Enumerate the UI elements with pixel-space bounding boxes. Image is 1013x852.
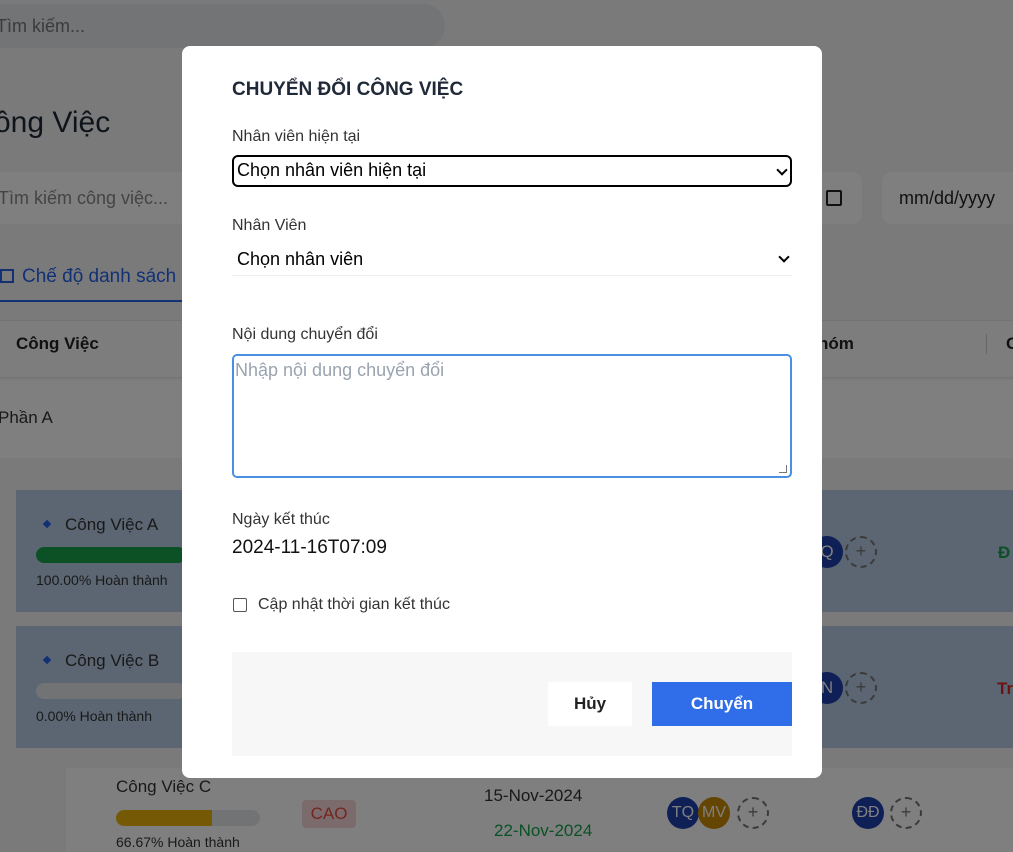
employee-value: Chọn nhân viên <box>237 249 364 269</box>
current-employee-label: Nhân viên hiện tại <box>232 128 361 145</box>
modal-footer: Hủy Chuyển <box>232 652 792 756</box>
end-date-value: 2024-11-16T07:09 <box>232 537 387 558</box>
resize-handle-icon[interactable] <box>779 465 787 473</box>
chevron-down-icon <box>776 164 788 176</box>
content-textarea[interactable]: Nhập nội dung chuyển đổi <box>232 354 792 478</box>
employee-label: Nhân Viên <box>232 217 307 234</box>
employee-select[interactable]: Chọn nhân viên <box>232 244 792 276</box>
chevron-down-icon <box>778 251 790 263</box>
content-placeholder: Nhập nội dung chuyển đổi <box>235 360 445 380</box>
update-end-time-label[interactable]: Cập nhật thời gian kết thúc <box>258 596 450 614</box>
modal-title: CHUYỂN ĐỔI CÔNG VIỆC <box>232 79 464 100</box>
update-end-time-checkbox[interactable] <box>233 598 247 612</box>
transfer-task-modal: CHUYỂN ĐỔI CÔNG VIỆC Nhân viên hiện tại … <box>182 46 822 778</box>
transfer-button[interactable]: Chuyển <box>652 682 792 726</box>
current-employee-value: Chọn nhân viên hiện tại <box>237 160 427 180</box>
current-employee-select[interactable]: Chọn nhân viên hiện tại <box>232 155 792 187</box>
cancel-button[interactable]: Hủy <box>548 682 632 726</box>
end-date-label: Ngày kết thúc <box>232 511 330 528</box>
content-label: Nội dung chuyển đổi <box>232 326 378 343</box>
